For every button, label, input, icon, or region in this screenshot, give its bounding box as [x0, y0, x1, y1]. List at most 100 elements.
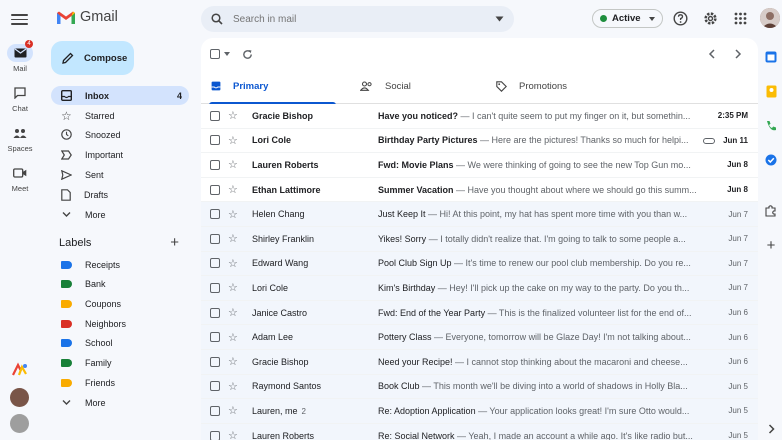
- row-checkbox[interactable]: [210, 135, 220, 146]
- tab-promotions[interactable]: Promotions: [496, 68, 567, 104]
- email-row[interactable]: ☆ Lauren Roberts Fwd: Movie Plans — We w…: [201, 153, 758, 178]
- chevron-left-icon[interactable]: [708, 49, 716, 59]
- calendar-icon[interactable]: [762, 48, 780, 66]
- row-checkbox[interactable]: [210, 332, 220, 343]
- row-checkbox[interactable]: [210, 405, 220, 416]
- star-icon[interactable]: ☆: [228, 208, 240, 221]
- gmail-logo[interactable]: Gmail: [56, 9, 118, 25]
- email-message: Just Keep It — Hi! At this point, my hat…: [378, 209, 700, 219]
- star-icon[interactable]: ☆: [228, 158, 240, 171]
- rail-meet[interactable]: Meet: [0, 164, 40, 193]
- account-avatar[interactable]: [760, 8, 780, 28]
- status-selector[interactable]: Active: [592, 9, 663, 28]
- email-row[interactable]: ☆ Lauren Roberts Re: Social Network — Ye…: [201, 423, 758, 440]
- chevron-right-icon[interactable]: [762, 420, 780, 438]
- colorful-app-icon[interactable]: [10, 361, 29, 380]
- main-menu-icon[interactable]: [11, 11, 28, 27]
- search-options-icon[interactable]: [495, 16, 504, 22]
- compose-button[interactable]: Compose: [51, 41, 134, 75]
- email-sender: Lori Cole: [252, 282, 289, 293]
- star-icon[interactable]: ☆: [228, 380, 240, 393]
- email-row[interactable]: ☆ Gracie Bishop Need your Recipe! — I ca…: [201, 349, 758, 375]
- addons-puzzle-icon[interactable]: [762, 202, 780, 220]
- label-item[interactable]: Friends: [51, 373, 189, 392]
- email-row[interactable]: ☆ Lori Cole Kim's Birthday — Hey! I'll p…: [201, 276, 758, 301]
- rail-chat[interactable]: Chat: [0, 84, 40, 113]
- email-row[interactable]: ☆ Lauren, me 2 Re: Adoption Application —…: [201, 399, 758, 424]
- star-icon[interactable]: ☆: [228, 109, 240, 122]
- star-icon[interactable]: ☆: [228, 355, 240, 368]
- email-row[interactable]: ☆ Lori Cole Birthday Party Pictures — He…: [201, 128, 758, 154]
- tab-primary[interactable]: Primary: [208, 68, 337, 105]
- search-icon[interactable]: [211, 13, 223, 25]
- email-row[interactable]: ☆ Ethan Lattimore Summer Vacation — Have…: [201, 177, 758, 203]
- nav-sent[interactable]: Sent: [51, 165, 189, 184]
- email-row[interactable]: ☆ Shirley Franklin Yikes! Sorry — I tota…: [201, 226, 758, 252]
- row-checkbox[interactable]: [210, 159, 220, 170]
- important-icon: [61, 149, 72, 160]
- settings-gear-icon[interactable]: [701, 9, 719, 27]
- star-icon[interactable]: ☆: [228, 281, 240, 294]
- email-row[interactable]: ☆ Helen Chang Just Keep It — Hi! At this…: [201, 202, 758, 227]
- nav-more[interactable]: More: [51, 205, 189, 224]
- email-row[interactable]: ☆ Janice Castro Fwd: End of the Year Par…: [201, 300, 758, 326]
- search-input[interactable]: [233, 13, 495, 25]
- row-checkbox[interactable]: [210, 110, 220, 121]
- row-checkbox[interactable]: [210, 184, 220, 195]
- star-icon[interactable]: ☆: [228, 404, 240, 417]
- row-checkbox[interactable]: [210, 233, 220, 244]
- label-item[interactable]: School: [51, 333, 189, 352]
- email-row[interactable]: ☆ Edward Wang Pool Club Sign Up — It's t…: [201, 251, 758, 277]
- email-row[interactable]: ☆ Raymond Santos Book Club — This month …: [201, 374, 758, 400]
- email-sender: Ethan Lattimore: [252, 184, 321, 195]
- row-checkbox[interactable]: [210, 282, 220, 293]
- row-checkbox[interactable]: [210, 307, 220, 318]
- contact-avatar[interactable]: [10, 414, 29, 433]
- phone-icon[interactable]: [762, 117, 780, 135]
- nav-important[interactable]: Important: [51, 145, 189, 164]
- email-subject: Kim's Birthday: [378, 282, 436, 293]
- row-checkbox[interactable]: [210, 356, 220, 367]
- apps-grid-icon[interactable]: [731, 9, 749, 27]
- rail-spaces[interactable]: Spaces: [0, 124, 40, 153]
- nav-snoozed[interactable]: Snoozed: [51, 125, 189, 144]
- help-icon[interactable]: [671, 9, 689, 27]
- email-snippet: — I cannot stop thinking about the macar…: [452, 356, 688, 367]
- keep-icon[interactable]: [762, 82, 780, 100]
- nav-inbox[interactable]: Inbox 4: [51, 86, 189, 105]
- contact-avatar[interactable]: [10, 388, 29, 407]
- attachment-icon[interactable]: [703, 137, 716, 144]
- star-icon[interactable]: ☆: [228, 232, 240, 245]
- row-checkbox[interactable]: [210, 430, 220, 440]
- tab-social[interactable]: Social: [360, 68, 411, 104]
- row-checkbox[interactable]: [210, 209, 220, 220]
- label-item[interactable]: Neighbors: [51, 314, 189, 333]
- star-icon[interactable]: ☆: [228, 134, 240, 147]
- star-icon[interactable]: ☆: [228, 331, 240, 344]
- label-item[interactable]: Receipts: [51, 255, 189, 274]
- select-all-checkbox[interactable]: [210, 49, 220, 59]
- labels-more[interactable]: More: [51, 393, 189, 412]
- star-icon[interactable]: ☆: [228, 183, 240, 196]
- star-icon[interactable]: ☆: [228, 257, 240, 270]
- row-checkbox[interactable]: [210, 381, 220, 392]
- row-checkbox[interactable]: [210, 258, 220, 269]
- refresh-icon[interactable]: [242, 49, 253, 60]
- email-row[interactable]: ☆ Adam Lee Pottery Class — Everyone, tom…: [201, 325, 758, 350]
- chevron-down-icon[interactable]: [224, 52, 230, 56]
- label-item[interactable]: Coupons: [51, 294, 189, 313]
- add-addon-icon[interactable]: +: [762, 236, 780, 254]
- chevron-right-icon[interactable]: [734, 49, 742, 59]
- label-item[interactable]: Family: [51, 353, 189, 372]
- tasks-icon[interactable]: [762, 151, 780, 169]
- star-icon[interactable]: ☆: [228, 306, 240, 319]
- rail-mail[interactable]: 4 Mail: [0, 40, 40, 73]
- email-message: Kim's Birthday — Hey! I'll pick up the c…: [378, 283, 700, 293]
- add-label-icon[interactable]: +: [170, 234, 179, 251]
- email-row[interactable]: ☆ Gracie Bishop Have you noticed? — I ca…: [201, 104, 758, 129]
- label-item[interactable]: Bank: [51, 274, 189, 293]
- star-icon[interactable]: ☆: [228, 429, 240, 440]
- nav-starred[interactable]: ☆ Starred: [51, 106, 189, 125]
- nav-drafts[interactable]: Drafts: [51, 185, 189, 204]
- chevron-down-icon: [62, 400, 71, 405]
